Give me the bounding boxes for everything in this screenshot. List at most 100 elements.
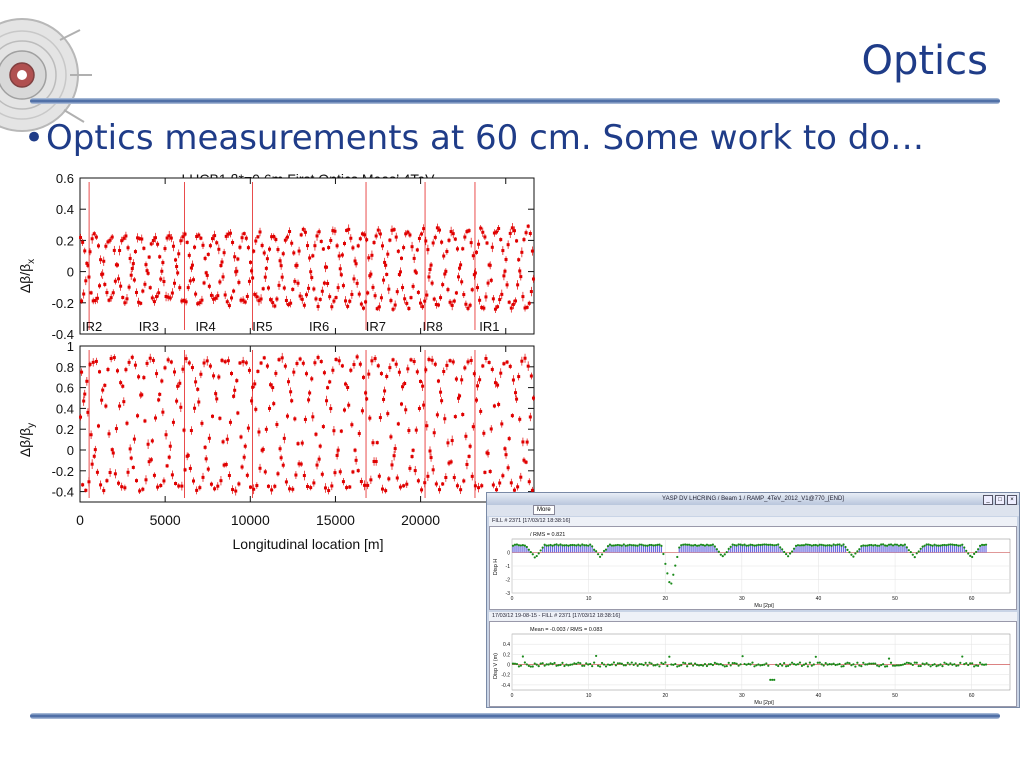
- yasp-data-point: [957, 544, 960, 547]
- data-point: [477, 486, 481, 490]
- data-point: [184, 357, 188, 361]
- yasp-data-point: [703, 544, 707, 547]
- data-point: [511, 302, 515, 306]
- y-tick-label-top: 0.2: [56, 233, 74, 248]
- more-button[interactable]: More: [533, 505, 555, 515]
- yasp-data-point: [733, 662, 736, 665]
- data-point: [242, 232, 246, 236]
- data-point: [146, 442, 150, 446]
- data-point: [315, 463, 319, 467]
- data-point: [143, 419, 147, 423]
- yasp-x-tick-label: 50: [892, 596, 898, 602]
- data-point: [393, 303, 397, 307]
- data-point: [508, 364, 512, 368]
- beta-beat-chart: LHCB1 β*=0.6m First Optics Meas’ 4TeV Lo…: [8, 168, 554, 554]
- data-point: [426, 248, 430, 252]
- data-point: [470, 474, 474, 478]
- yasp-data-point: [589, 662, 592, 666]
- yasp-data-point: [711, 663, 714, 667]
- disp-h-stats: / RMS = 0.821: [530, 532, 565, 538]
- yasp-data-point: [860, 665, 863, 668]
- data-point: [309, 270, 313, 274]
- yasp-y-tick-label: -2: [506, 578, 511, 584]
- yasp-y-tick-label: 0.2: [503, 652, 510, 658]
- yasp-data-point: [822, 664, 825, 667]
- yasp-data-point: [826, 663, 829, 666]
- close-icon[interactable]: ×: [1007, 495, 1017, 505]
- yasp-data-point: [573, 662, 576, 665]
- data-point: [213, 234, 217, 238]
- data-point: [503, 269, 507, 273]
- yasp-window: YASP DV LHCRING / Beam 1 / RAMP_4TeV_201…: [486, 492, 1020, 708]
- yasp-data-point: [646, 664, 649, 667]
- data-point: [190, 263, 194, 267]
- ip-label: IR7: [366, 319, 386, 334]
- yasp-data-point: [901, 544, 904, 547]
- yasp-window-title: YASP DV LHCRING / Beam 1 / RAMP_4TeV_201…: [487, 493, 1019, 505]
- data-point: [503, 447, 507, 451]
- data-point: [121, 384, 125, 388]
- yasp-data-point: [846, 661, 849, 664]
- data-point: [232, 289, 236, 293]
- yasp-data-point: [808, 543, 811, 547]
- ip-label: IR4: [195, 319, 215, 334]
- data-point: [230, 296, 234, 300]
- data-point: [112, 248, 116, 252]
- data-point: [194, 292, 198, 296]
- yasp-data-point: [674, 564, 677, 567]
- yasp-data-point: [577, 661, 580, 664]
- data-point: [241, 360, 245, 364]
- data-point: [354, 458, 358, 462]
- data-point: [283, 364, 287, 368]
- yasp-x-tick-label: 40: [816, 596, 822, 602]
- data-point: [211, 414, 215, 418]
- data-point: [365, 397, 369, 401]
- data-point: [382, 278, 386, 282]
- data-point: [227, 304, 231, 308]
- yasp-data-point: [891, 664, 895, 667]
- data-point: [369, 478, 373, 482]
- yasp-data-point: [856, 550, 859, 553]
- data-point: [390, 463, 394, 467]
- yasp-data-point: [608, 543, 612, 546]
- yasp-data-point: [622, 543, 625, 546]
- yasp-data-point: [931, 544, 934, 547]
- yasp-data-point: [545, 544, 548, 547]
- data-point: [355, 355, 359, 359]
- data-point: [140, 237, 144, 241]
- data-point: [272, 402, 276, 406]
- minimize-icon[interactable]: _: [983, 495, 993, 505]
- yasp-data-point: [527, 548, 530, 551]
- yasp-data-point: [630, 661, 633, 664]
- data-point: [460, 280, 464, 284]
- yasp-data-point: [828, 663, 831, 666]
- data-point: [95, 296, 99, 300]
- data-point: [322, 281, 326, 285]
- data-point: [531, 277, 535, 281]
- yasp-data-point: [531, 665, 534, 668]
- data-point: [481, 364, 485, 368]
- data-point: [332, 429, 336, 433]
- yasp-data-point: [614, 664, 618, 667]
- maximize-icon[interactable]: □: [995, 495, 1005, 505]
- yasp-data-point: [535, 554, 538, 558]
- yasp-data-point: [648, 543, 651, 547]
- data-point: [214, 296, 218, 300]
- data-point: [474, 398, 478, 402]
- data-point: [296, 442, 300, 446]
- data-point: [179, 239, 183, 243]
- data-point: [327, 489, 331, 493]
- yasp-data-point: [551, 544, 554, 547]
- data-point: [133, 363, 137, 367]
- yasp-data-point: [557, 544, 560, 547]
- yasp-data-point: [862, 544, 865, 547]
- yasp-x-tick-label: 60: [969, 693, 975, 699]
- yasp-data-point: [921, 545, 924, 548]
- yasp-data-point: [519, 664, 523, 667]
- yasp-data-point: [959, 544, 962, 547]
- data-point: [207, 284, 211, 288]
- yasp-data-point: [785, 552, 788, 556]
- disp-v-panel-header: 17/03/12 19-08-15 - FILL # 2371 [17/03/1…: [489, 612, 1017, 621]
- yasp-data-point: [889, 543, 893, 546]
- yasp-data-point: [565, 544, 568, 547]
